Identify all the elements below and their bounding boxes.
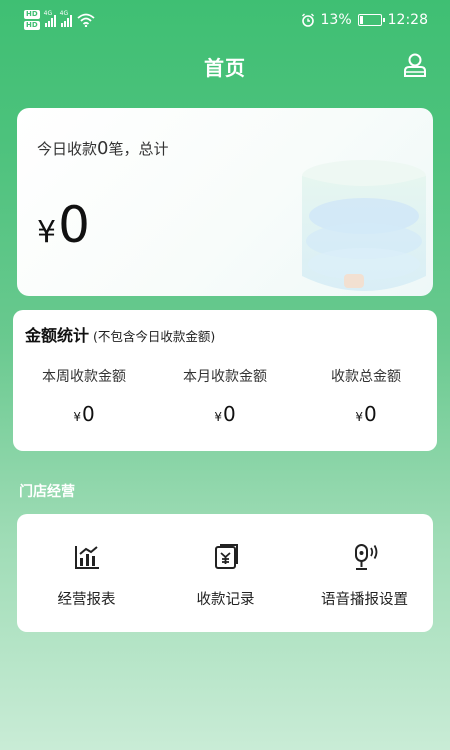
receipt-record-icon <box>214 544 238 569</box>
business-report-button[interactable]: 经营报表 <box>17 514 156 632</box>
amount-stats-card: 金额统计 (不包含今日收款金额) 本周收款金额 ¥0 本月收款金额 ¥0 收款总金… <box>13 310 437 451</box>
service-label: 语音播报设置 <box>321 592 408 608</box>
store-services-card: 经营报表 收款记录 语音播报设置 <box>17 514 433 632</box>
alarm-icon <box>301 13 314 27</box>
stat-week: 本周收款金额 ¥0 <box>14 366 154 426</box>
coin-jar-illustration <box>302 160 426 291</box>
wifi-icon <box>77 13 95 27</box>
signal-icon: 4G <box>44 10 56 27</box>
service-label: 收款记录 <box>196 592 255 608</box>
stats-title: 金额统计 (不包含今日收款金额) <box>25 326 216 345</box>
voice-broadcast-settings-button[interactable]: 语音播报设置 <box>295 514 434 632</box>
battery-icon <box>357 14 385 26</box>
today-count-text: 今日收款0笔，总计 <box>37 138 169 159</box>
payment-records-button[interactable]: 收款记录 <box>156 514 295 632</box>
voice-broadcast-icon <box>354 544 377 570</box>
stat-value: ¥0 <box>214 402 236 426</box>
status-right: 13% 12:28 <box>301 12 428 28</box>
battery-percent: 13% <box>320 12 352 28</box>
stat-label: 本月收款金额 <box>183 369 267 385</box>
store-section-title: 门店经营 <box>19 484 75 500</box>
status-bar: HD HD 4G 4G 13% 12:28 <box>0 0 450 40</box>
hd-indicators: HD HD <box>24 10 40 30</box>
stat-month: 本月收款金额 ¥0 <box>155 366 295 426</box>
stat-value: ¥0 <box>355 402 377 426</box>
signal-icon: 4G <box>60 10 72 27</box>
status-left: HD HD 4G 4G <box>24 10 95 30</box>
chart-report-icon <box>74 546 99 569</box>
stat-value: ¥0 <box>73 402 95 426</box>
top-nav: 首页 <box>0 44 450 88</box>
hd-icon: HD <box>24 21 40 30</box>
user-icon[interactable] <box>402 52 428 78</box>
clock: 12:28 <box>387 12 428 28</box>
hd-icon: HD <box>24 10 40 19</box>
today-total-amount: ¥0 <box>37 196 90 254</box>
stat-total: 收款总金额 ¥0 <box>296 366 436 426</box>
stat-label: 收款总金额 <box>331 369 401 385</box>
today-summary-card: 今日收款0笔，总计 ¥0 <box>17 108 433 296</box>
page-title: 首页 <box>204 55 246 80</box>
today-count: 0 <box>97 138 109 159</box>
stats-note: (不包含今日收款金额) <box>93 329 216 344</box>
stat-label: 本周收款金额 <box>42 369 126 385</box>
service-label: 经营报表 <box>57 592 116 608</box>
